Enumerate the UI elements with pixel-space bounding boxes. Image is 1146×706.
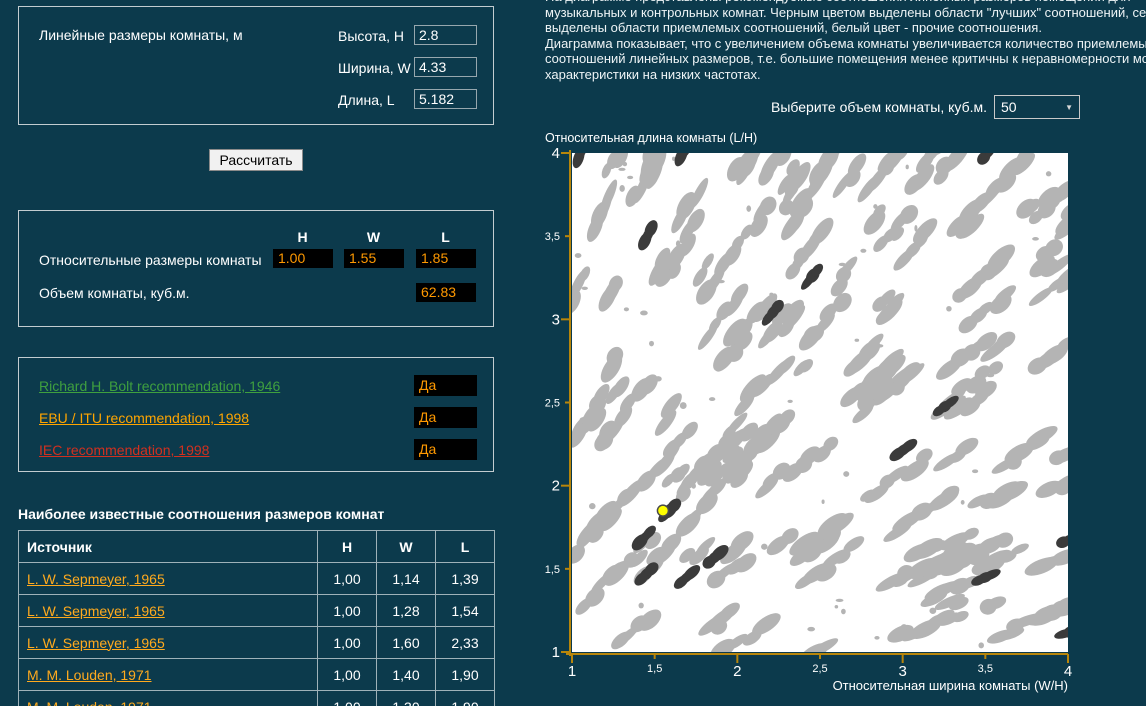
- relative-h-value: 1.00: [273, 249, 333, 268]
- col-w-label: W: [344, 229, 403, 245]
- relative-w-value: 1.55: [344, 249, 404, 268]
- chevron-down-icon: ▼: [1065, 103, 1073, 112]
- linear-sizes-panel: Линейные размеры комнаты, м Высота, H Ши…: [18, 6, 494, 125]
- y-tick-label: 3: [552, 311, 560, 328]
- source-link[interactable]: M. M. Louden, 1971: [27, 667, 152, 683]
- y-tick-label: 2: [552, 478, 560, 495]
- col-h-label: H: [273, 229, 332, 245]
- best-ratio-region: [1066, 530, 1086, 545]
- room-ratio-marker[interactable]: [657, 505, 668, 516]
- width-input[interactable]: [414, 57, 477, 77]
- volume-value: 62.83: [416, 283, 476, 302]
- ratios-table: Источник H W L L. W. Sepmeyer, 1965 1,00…: [18, 530, 495, 706]
- linear-sizes-label: Линейные размеры комнаты, м: [39, 27, 243, 43]
- length-input[interactable]: [414, 89, 477, 109]
- y-tick-label: 4: [552, 145, 560, 162]
- diagram-description: На диаграмме представлены рекомендуемые …: [545, 0, 1146, 89]
- description-line: выделены области приемлемых соотношений,…: [545, 20, 1146, 36]
- y-tick-label: 3,5: [545, 231, 560, 243]
- col-l-label: L: [416, 229, 475, 245]
- bolt-recommendation-result: Да: [414, 375, 477, 396]
- ebu-itu-recommendation-link[interactable]: EBU / ITU recommendation, 1998: [39, 410, 249, 426]
- volume-label: Объем комнаты, куб.м.: [39, 285, 190, 301]
- page: Линейные размеры комнаты, м Высота, H Ши…: [0, 0, 1146, 706]
- x-tick-label: 2,5: [812, 663, 827, 675]
- table-row: L. W. Sepmeyer, 1965 1,00 1,60 2,33: [19, 627, 495, 659]
- width-label: Ширина, W: [338, 60, 411, 76]
- source-link[interactable]: M. M. Louden, 1971: [27, 699, 152, 706]
- ratios-table-title: Наиболее известные соотношения размеров …: [18, 506, 384, 522]
- description-line: На диаграмме представлены рекомендуемые …: [545, 0, 1146, 5]
- recommendations-panel: Richard H. Bolt recommendation, 1946 Да …: [18, 357, 494, 472]
- header-l: L: [436, 531, 495, 563]
- x-tick-label: 1,5: [647, 663, 662, 675]
- relative-sizes-label: Относительные размеры комнаты: [39, 252, 262, 268]
- description-line: музыкальных и контрольных комнат. Черным…: [545, 5, 1146, 21]
- room-ratio-diagram[interactable]: 11,522,533,5411,522,533,54Относительная …: [540, 140, 1146, 706]
- header-source: Источник: [19, 531, 318, 563]
- x-tick-label: 1: [568, 663, 576, 680]
- bolt-recommendation-link[interactable]: Richard H. Bolt recommendation, 1946: [39, 378, 280, 394]
- description-line: характеристики на низких частотах.: [545, 67, 1146, 83]
- source-link[interactable]: L. W. Sepmeyer, 1965: [27, 571, 165, 587]
- ebu-itu-recommendation-result: Да: [414, 407, 477, 428]
- table-row: L. W. Sepmeyer, 1965 1,00 1,28 1,54: [19, 595, 495, 627]
- calculate-button[interactable]: Рассчитать: [209, 149, 303, 171]
- height-label: Высота, H: [338, 28, 404, 44]
- description-line: соотношений линейных размеров, т.е. боль…: [545, 51, 1146, 67]
- best-ratio-region: [678, 140, 695, 153]
- length-label: Длина, L: [338, 92, 395, 108]
- volume-select[interactable]: 50 ▼: [994, 95, 1080, 119]
- source-link[interactable]: L. W. Sepmeyer, 1965: [27, 635, 165, 651]
- volume-select-row: Выберите объем комнаты, куб.м. 50 ▼: [545, 95, 1080, 119]
- source-link[interactable]: L. W. Sepmeyer, 1965: [27, 603, 165, 619]
- relative-sizes-panel: H W L Относительные размеры комнаты 1.00…: [18, 210, 494, 327]
- volume-select-value: 50: [1001, 99, 1017, 115]
- height-input[interactable]: [414, 25, 477, 45]
- table-header-row: Источник H W L: [19, 531, 495, 563]
- x-tick-label: 3,5: [978, 663, 993, 675]
- header-h: H: [318, 531, 377, 563]
- y-tick-label: 2,5: [545, 398, 560, 410]
- table-row: M. M. Louden, 1971 1,00 1,40 1,90: [19, 659, 495, 691]
- x-tick-label: 2: [733, 663, 741, 680]
- description-line: Диаграмма показывает, что с увеличением …: [545, 36, 1146, 52]
- header-w: W: [377, 531, 436, 563]
- iec-recommendation-result: Да: [414, 439, 477, 460]
- y-tick-label: 1: [552, 644, 560, 661]
- ratio-chart-svg[interactable]: 11,522,533,5411,522,533,54Относительная …: [540, 140, 1146, 706]
- chart-x-axis-title: Относительная ширина комнаты (W/H): [833, 678, 1068, 693]
- iec-recommendation-link[interactable]: IEC recommendation, 1998: [39, 442, 209, 458]
- y-tick-label: 1,5: [545, 564, 560, 576]
- relative-l-value: 1.85: [416, 249, 476, 268]
- table-row: M. M. Louden, 1971 1,00 1,30 1,90: [19, 691, 495, 706]
- best-ratio-region: [1070, 623, 1087, 637]
- table-row: L. W. Sepmeyer, 1965 1,00 1,14 1,39: [19, 563, 495, 595]
- volume-select-label: Выберите объем комнаты, куб.м.: [771, 99, 987, 115]
